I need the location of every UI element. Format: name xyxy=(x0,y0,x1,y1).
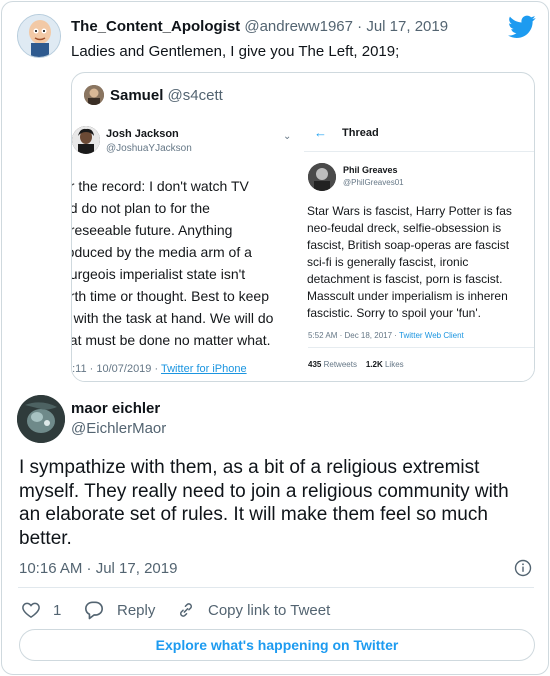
info-icon[interactable] xyxy=(514,559,532,577)
screenshot-line: orth time or thought. Best to keep xyxy=(72,288,270,304)
screenshot-stats: 435 Retweets 1.2K Likes xyxy=(308,360,404,369)
divider xyxy=(308,347,534,348)
reply-line: myself. They really need to join a relig… xyxy=(19,480,509,502)
copy-link-button[interactable]: Copy link to Tweet xyxy=(176,599,330,621)
screenshot-line: Masscult under imperialism is inheren xyxy=(307,289,508,303)
screenshot-handle: @PhilGreaves01 xyxy=(343,178,404,187)
screenshot-line: sci-fi is generally fascist, ironic xyxy=(307,255,469,269)
quoted-author-avatar[interactable] xyxy=(84,85,104,105)
link-icon xyxy=(180,603,192,617)
copy-link-label: Copy link to Tweet xyxy=(208,601,331,619)
thread-header: Thread xyxy=(342,127,379,139)
quoted-handle[interactable]: @s4cett xyxy=(168,87,223,104)
screenshot-line: n with the task at hand. We will do xyxy=(72,310,274,326)
author-display-name[interactable]: The_Content_Apologist xyxy=(71,18,240,35)
screenshot-line: roduced by the media arm of a xyxy=(72,244,252,260)
author-name-line[interactable]: The_Content_Apologist @andreww1967 · Jul… xyxy=(71,18,448,35)
screenshot-meta: 5:52 AM · Dec 18, 2017 · Twitter Web Cli… xyxy=(308,331,464,340)
screenshot-text: or the record: I don't watch TV nd do no… xyxy=(72,175,300,351)
heart-icon xyxy=(22,602,40,618)
reply-line: I sympathize with them, as a bit of a re… xyxy=(19,457,480,478)
likes-label: Likes xyxy=(384,360,404,369)
back-arrow-icon: ← xyxy=(314,125,327,140)
reply-line: better. xyxy=(19,527,72,549)
like-button[interactable]: 1 xyxy=(21,599,61,621)
chevron-down-icon: ⌄ xyxy=(283,131,292,142)
quoted-display-name[interactable]: Samuel xyxy=(110,87,163,104)
author-avatar[interactable] xyxy=(17,14,61,58)
screenshot-avatar xyxy=(72,126,100,154)
screenshot-line: ourgeois imperialist state isn't xyxy=(72,266,246,282)
quoted-image-left[interactable]: Josh Jackson @JoshuaYJackson ⌄ or the re… xyxy=(72,123,300,381)
screenshot-line: hat must be done no matter what. xyxy=(72,332,271,348)
screenshot-line: Star Wars is fascist, Harry Potter is fa… xyxy=(307,204,512,218)
screenshot-line: fascist, British soap-operas are fascist xyxy=(307,238,510,252)
screenshot-line: or the record: I don't watch TV xyxy=(72,178,249,194)
reply-author-avatar[interactable] xyxy=(17,395,65,443)
quoted-name-line[interactable]: Samuel @s4cett xyxy=(110,87,223,104)
tweet-text: Ladies and Gentlemen, I give you The Lef… xyxy=(71,43,400,60)
screenshot-timestamp: 3:11 · 10/07/2019 · xyxy=(72,363,161,375)
reply-display-name[interactable]: maor eichler xyxy=(71,400,160,417)
twitter-bird-icon[interactable] xyxy=(508,15,536,39)
screenshot-line: nd do not plan to for the xyxy=(72,200,210,216)
screenshot-line: oreseeable future. Anything xyxy=(72,222,233,238)
screenshot-meta: 3:11 · 10/07/2019 · Twitter for iPhone xyxy=(72,363,247,375)
screenshot-source: Twitter Web Client xyxy=(399,331,464,340)
embedded-tweet-card: The_Content_Apologist @andreww1967 · Jul… xyxy=(1,1,549,675)
reply-label: Reply xyxy=(117,601,156,619)
reply-text: I sympathize with them, as a bit of a re… xyxy=(19,456,539,550)
retweets-count: 435 xyxy=(308,360,322,369)
screenshot-source: Twitter for iPhone xyxy=(161,363,247,375)
like-count: 1 xyxy=(53,601,62,619)
screenshot-line: neo-feudal dreck, selfie-obsession is xyxy=(307,221,502,235)
screenshot-line: fascistic. Sorry to spoil your 'fun'. xyxy=(307,306,481,320)
reply-button[interactable]: Reply xyxy=(83,599,155,621)
screenshot-line: detachment is fascist, porn is fascist. xyxy=(307,272,503,286)
quoted-image-right[interactable]: ← Thread Phil Greaves @PhilGreaves01 Sta… xyxy=(304,121,534,381)
reply-line: an elaborate set of rules. It will make … xyxy=(19,504,488,525)
screenshot-name: Phil Greaves xyxy=(343,165,398,175)
screenshot-text: Star Wars is fascist, Harry Potter is fa… xyxy=(307,203,534,322)
reply-handle[interactable]: @EichlerMaor xyxy=(71,420,166,437)
screenshot-timestamp: 5:52 AM · Dec 18, 2017 · xyxy=(308,331,400,340)
divider xyxy=(304,151,534,152)
date-separator: · xyxy=(357,18,363,35)
reply-icon xyxy=(85,601,103,620)
retweets-label: Retweets xyxy=(323,360,357,369)
explore-twitter-button[interactable]: Explore what's happening on Twitter xyxy=(19,629,535,661)
screenshot-name: Josh Jackson xyxy=(106,128,179,140)
reply-timestamp[interactable]: 10:16 AM · Jul 17, 2019 xyxy=(19,560,177,577)
author-handle[interactable]: @andreww1967 xyxy=(244,18,353,35)
screenshot-avatar xyxy=(308,163,336,191)
quoted-tweet[interactable]: Samuel @s4cett Josh Jackson @JoshuaYJack… xyxy=(71,72,535,382)
likes-count: 1.2K xyxy=(365,360,383,369)
screenshot-handle: @JoshuaYJackson xyxy=(106,143,192,154)
divider xyxy=(18,587,534,588)
tweet-date[interactable]: Jul 17, 2019 xyxy=(366,18,448,35)
